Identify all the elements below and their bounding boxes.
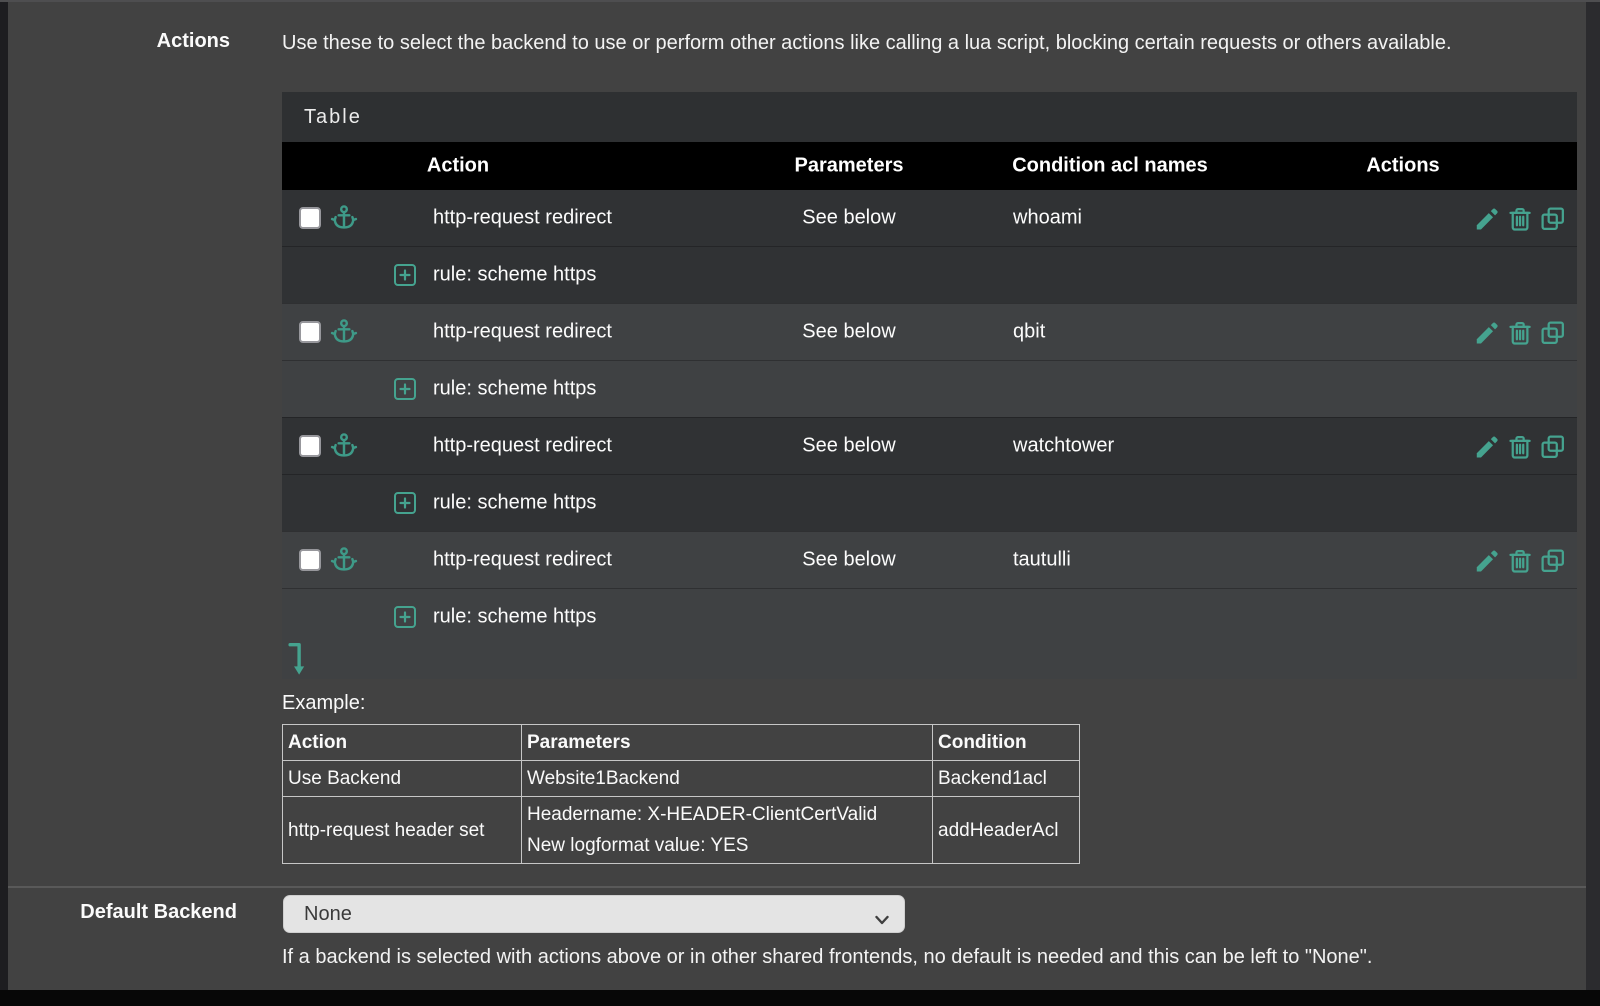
rule-cell: rule: scheme https	[433, 264, 596, 287]
example-label: Example:	[282, 692, 365, 715]
edit-button[interactable]	[1473, 204, 1501, 232]
example-header-row: Action Parameters Condition	[283, 725, 1080, 761]
delete-button[interactable]	[1506, 546, 1534, 574]
actions-field-description: Use these to select the backend to use o…	[282, 27, 1482, 60]
example-parameters-cell: Website1Backend	[522, 761, 933, 797]
column-header-action: Action	[427, 155, 489, 178]
parameters-cell: See below	[802, 207, 895, 230]
plus-square-icon[interactable]	[394, 606, 416, 628]
example-header-parameters: Parameters	[522, 725, 933, 761]
example-condition-cell: addHeaderAcl	[933, 797, 1080, 864]
table-row: http-request redirect See below watchtow…	[282, 417, 1577, 474]
table-subrow: rule: scheme https	[282, 360, 1577, 417]
row-action-buttons	[1473, 546, 1567, 574]
example-row: Use Backend Website1Backend Backend1acl	[283, 761, 1080, 797]
column-header-parameters: Parameters	[795, 155, 904, 178]
table-footer	[282, 645, 1577, 679]
row-select-checkbox[interactable]	[299, 321, 321, 343]
condition-cell: qbit	[1013, 321, 1045, 344]
haproxy-frontend-settings-page: Actions Use these to select the backend …	[0, 0, 1600, 1006]
copy-button[interactable]	[1539, 318, 1567, 346]
column-header-condition: Condition acl names	[1012, 155, 1208, 178]
section-divider	[8, 886, 1586, 888]
actions-field-label: Actions	[0, 30, 230, 53]
anchor-icon[interactable]	[330, 545, 358, 575]
row-select-checkbox[interactable]	[299, 435, 321, 457]
row-action-buttons	[1473, 204, 1567, 232]
plus-square-icon[interactable]	[394, 264, 416, 286]
action-cell: http-request redirect	[433, 549, 612, 572]
table-row: http-request redirect See below whoami	[282, 190, 1577, 246]
bottom-edge-strip	[0, 990, 1600, 1006]
condition-cell: watchtower	[1013, 435, 1114, 458]
example-condition-cell: Backend1acl	[933, 761, 1080, 797]
edit-button[interactable]	[1473, 318, 1501, 346]
rule-cell: rule: scheme https	[433, 606, 596, 629]
rule-cell: rule: scheme https	[433, 378, 596, 401]
action-cell: http-request redirect	[433, 435, 612, 458]
right-edge-strip	[1586, 2, 1600, 1006]
anchor-icon[interactable]	[330, 431, 358, 461]
table-panel-title: Table	[282, 92, 1577, 142]
delete-button[interactable]	[1506, 204, 1534, 232]
example-action-cell: http-request header set	[283, 797, 522, 864]
table-row: http-request redirect See below qbit	[282, 303, 1577, 360]
anchor-icon[interactable]	[330, 203, 358, 233]
column-header-actions: Actions	[1366, 155, 1439, 178]
move-row-down-icon[interactable]	[286, 641, 308, 677]
table-row: http-request redirect See below tautulli	[282, 531, 1577, 588]
rule-cell: rule: scheme https	[433, 492, 596, 515]
condition-cell: tautulli	[1013, 549, 1071, 572]
left-edge-strip	[0, 2, 8, 1006]
row-action-buttons	[1473, 432, 1567, 460]
table-subrow: rule: scheme https	[282, 246, 1577, 303]
action-cell: http-request redirect	[433, 207, 612, 230]
plus-square-icon[interactable]	[394, 492, 416, 514]
default-backend-description: If a backend is selected with actions ab…	[282, 946, 1577, 969]
row-action-buttons	[1473, 318, 1567, 346]
parameters-cell: See below	[802, 435, 895, 458]
parameters-cell: See below	[802, 549, 895, 572]
condition-cell: whoami	[1013, 207, 1082, 230]
default-backend-select[interactable]: None	[283, 895, 905, 933]
example-row: http-request header set Headername: X-HE…	[283, 797, 1080, 864]
row-select-checkbox[interactable]	[299, 207, 321, 229]
delete-button[interactable]	[1506, 432, 1534, 460]
plus-square-icon[interactable]	[394, 378, 416, 400]
action-cell: http-request redirect	[433, 321, 612, 344]
table-subrow: rule: scheme https	[282, 588, 1577, 645]
copy-button[interactable]	[1539, 432, 1567, 460]
example-table: Action Parameters Condition Use Backend …	[282, 724, 1080, 864]
actions-table-panel: Table Action Parameters Condition acl na…	[282, 92, 1577, 679]
copy-button[interactable]	[1539, 204, 1567, 232]
example-parameters-cell: Headername: X-HEADER-ClientCertValid New…	[522, 797, 933, 864]
delete-button[interactable]	[1506, 318, 1534, 346]
row-select-checkbox[interactable]	[299, 549, 321, 571]
anchor-icon[interactable]	[330, 317, 358, 347]
parameters-cell: See below	[802, 321, 895, 344]
default-backend-label: Default Backend	[0, 901, 237, 924]
copy-button[interactable]	[1539, 546, 1567, 574]
table-subrow: rule: scheme https	[282, 474, 1577, 531]
edit-button[interactable]	[1473, 432, 1501, 460]
example-header-condition: Condition	[933, 725, 1080, 761]
table-header-row: Action Parameters Condition acl names Ac…	[282, 142, 1577, 190]
example-header-action: Action	[283, 725, 522, 761]
example-action-cell: Use Backend	[283, 761, 522, 797]
edit-button[interactable]	[1473, 546, 1501, 574]
